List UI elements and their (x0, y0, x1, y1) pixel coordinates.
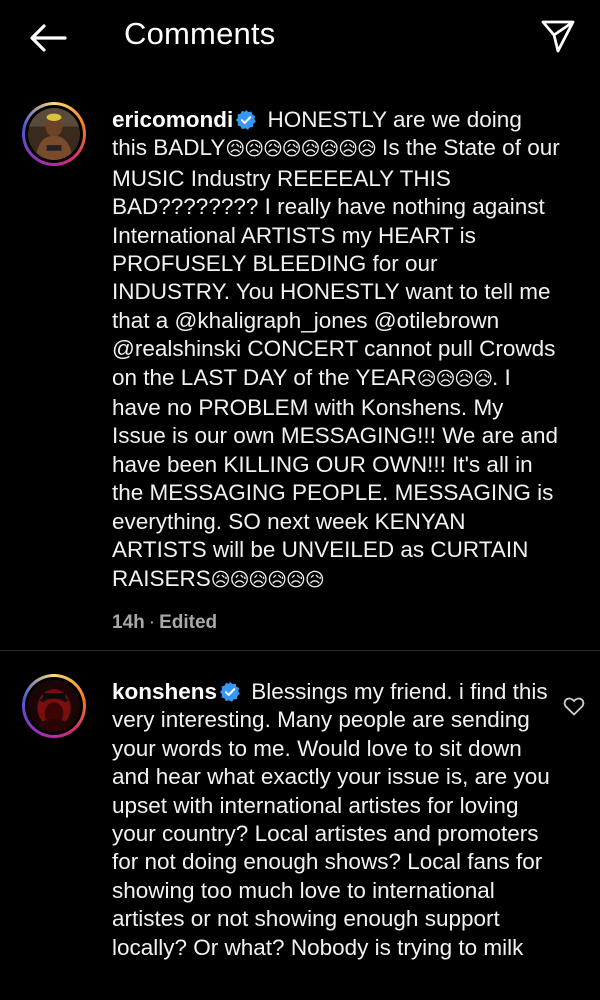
comment-username[interactable]: konshens (112, 679, 217, 704)
comment-text: Blessings my friend. i find this very in… (112, 679, 550, 960)
back-button[interactable] (26, 20, 70, 56)
comment-text: HONESTLY are we doing this BADLY😥😥😥😥😥😥😥😥… (112, 107, 560, 591)
heart-icon (563, 697, 585, 716)
like-button[interactable] (562, 694, 586, 718)
share-button[interactable] (538, 16, 578, 56)
comment-text-run: Is the State of our MUSIC Industry REEEE… (112, 135, 560, 333)
profile-photo (28, 108, 80, 160)
emoji-run: 😥😥😥😥😥😥 (210, 569, 325, 591)
mention-link[interactable]: @realshinski (112, 336, 241, 361)
comment-username[interactable]: ericomondi (112, 107, 233, 132)
emoji-run: 😥😥😥😥 (416, 368, 493, 390)
avatar[interactable] (22, 674, 86, 738)
comment-body: ericomondi HONESTLY are we doing this BA… (112, 106, 560, 637)
comment-divider (0, 650, 600, 651)
avatar[interactable] (22, 102, 86, 166)
send-icon (541, 20, 575, 53)
emoji-run: 😥😥😥😥😥😥😥😥 (225, 139, 376, 161)
meta-separator: · (148, 611, 156, 633)
page-title: Comments (124, 16, 276, 51)
back-arrow-icon (30, 24, 67, 52)
verified-badge-icon (219, 681, 240, 702)
mention-link[interactable]: @khaligraph_jones (175, 308, 368, 333)
comment-body: konshens Blessings my friend. i find thi… (112, 678, 560, 962)
top-bar: Comments (0, 0, 600, 76)
comment-meta: 14h · Edited (112, 609, 560, 637)
mention-link[interactable]: @otilebrown (374, 308, 499, 333)
edited-label: Edited (159, 611, 218, 633)
comment-timestamp: 14h (112, 611, 145, 633)
profile-photo (28, 680, 80, 732)
comment-text-run: . I have no PROBLEM with Konshens. My Is… (112, 364, 559, 591)
comment-text-run: Blessings my friend. i find this very in… (112, 679, 550, 960)
verified-badge-icon (236, 109, 257, 130)
